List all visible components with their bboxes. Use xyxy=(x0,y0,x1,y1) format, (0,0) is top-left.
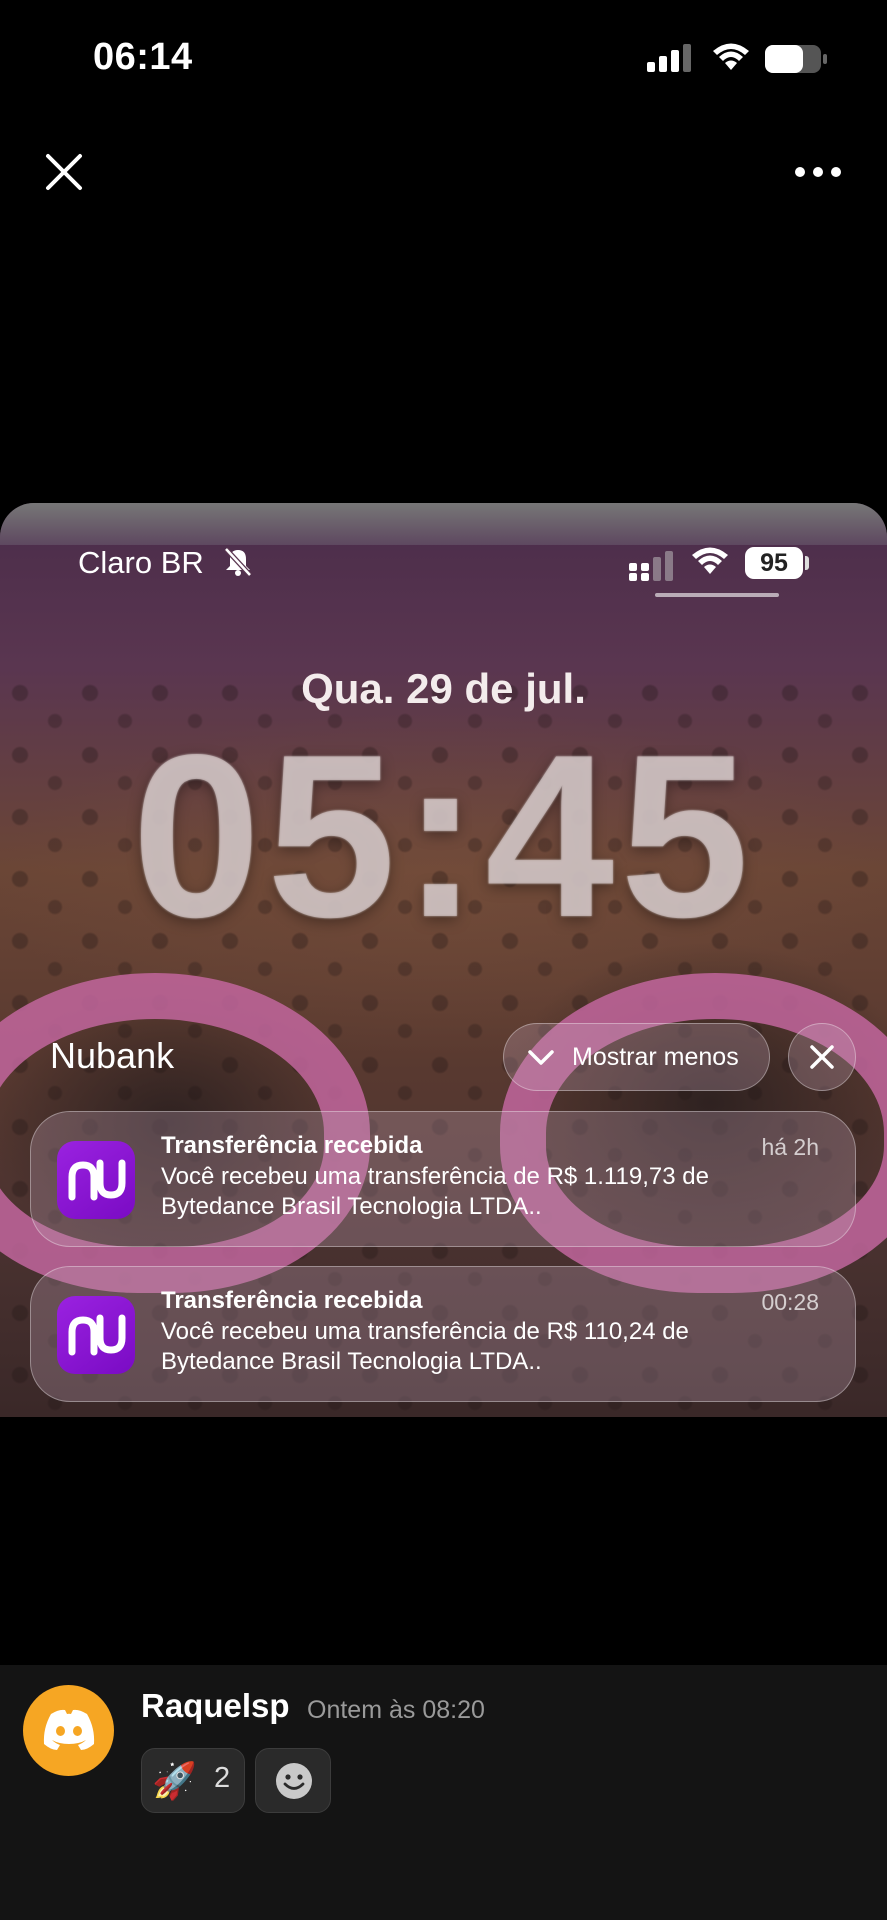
notification-title: Transferência recebida xyxy=(161,1287,423,1314)
battery-level: 95 xyxy=(745,547,803,579)
close-icon xyxy=(46,154,82,190)
more-horizontal-icon xyxy=(795,167,841,177)
cellular-signal-icon xyxy=(629,551,673,581)
message-timestamp: Ontem às 08:20 xyxy=(307,1696,485,1724)
notification-body: Você recebeu uma transferência de R$ 1.1… xyxy=(161,1163,709,1220)
notification-time: 00:28 xyxy=(761,1289,819,1315)
notification-group-title: Nubank xyxy=(50,1035,175,1076)
clear-notifications-button[interactable] xyxy=(788,1023,856,1091)
nubank-icon xyxy=(57,1296,135,1374)
show-less-button[interactable]: Mostrar menos xyxy=(503,1023,770,1091)
close-icon xyxy=(810,1045,834,1069)
carrier-name: Claro BR xyxy=(78,545,204,580)
battery-icon xyxy=(765,45,827,73)
more-options-button[interactable] xyxy=(790,150,846,194)
message-footer: Raquelsp Ontem às 08:20 🚀 2 xyxy=(0,1665,887,1920)
bell-slash-icon xyxy=(224,547,252,577)
reaction-rocket[interactable]: 🚀 2 xyxy=(141,1748,245,1813)
battery-icon xyxy=(805,556,809,570)
reaction-count: 2 xyxy=(214,1762,231,1794)
add-reaction-icon xyxy=(276,1763,312,1799)
wifi-icon xyxy=(713,43,749,70)
status-time: 06:14 xyxy=(93,36,193,78)
status-bar: 06:14 xyxy=(0,0,887,120)
close-button[interactable] xyxy=(40,148,88,196)
attached-image[interactable]: Claro BR 95 Qua. 29 de jul. 05:45 Nubank… xyxy=(0,503,887,1417)
show-less-label: Mostrar menos xyxy=(572,1043,739,1071)
discord-icon xyxy=(43,1709,95,1750)
author-username[interactable]: Raquelsp xyxy=(141,1687,290,1725)
status-indicator-line xyxy=(655,593,779,597)
image-top-edge xyxy=(0,503,887,545)
nubank-icon xyxy=(57,1141,135,1219)
chevron-down-icon xyxy=(528,1050,554,1065)
cellular-signal-icon xyxy=(647,44,691,72)
notification-title: Transferência recebida xyxy=(161,1132,423,1159)
notification-card[interactable]: Transferência recebida 00:28 Você recebe… xyxy=(30,1266,856,1402)
wifi-icon xyxy=(692,547,728,574)
avatar[interactable] xyxy=(23,1685,114,1776)
notification-card[interactable]: Transferência recebida há 2h Você recebe… xyxy=(30,1111,856,1247)
rocket-emoji: 🚀 xyxy=(152,1760,197,1801)
add-reaction-button[interactable] xyxy=(255,1748,331,1813)
lock-screen-clock: 05:45 xyxy=(131,707,756,966)
notification-body: Você recebeu uma transferência de R$ 110… xyxy=(161,1318,689,1375)
notification-time: há 2h xyxy=(761,1134,819,1160)
